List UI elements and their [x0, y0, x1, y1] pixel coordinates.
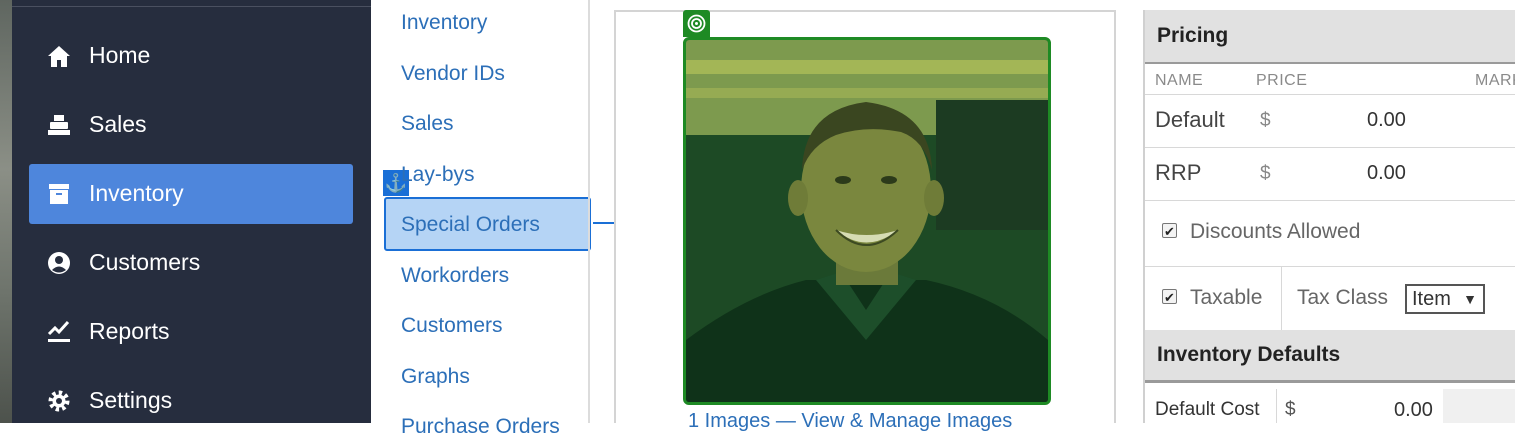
- subnav-item-lay-bys[interactable]: Lay-bys: [401, 162, 475, 188]
- subnav-item-workorders[interactable]: Workorders: [401, 263, 509, 289]
- dropdown-arrow-icon: ▼: [1463, 291, 1477, 307]
- home-icon: [48, 46, 70, 67]
- divider: [1276, 389, 1277, 423]
- target-icon: [683, 10, 710, 37]
- sidebar-item-settings[interactable]: Settings: [29, 371, 353, 431]
- product-photo[interactable]: [683, 37, 1051, 405]
- sidebar-item-reports[interactable]: Reports: [29, 302, 353, 362]
- sidebar-item-inventory[interactable]: Inventory: [29, 164, 353, 224]
- sidebar-item-label: Inventory: [89, 180, 184, 206]
- sidebar-item-label: Home: [89, 42, 151, 68]
- archive-icon: [49, 184, 69, 204]
- taxable-checkbox[interactable]: ✔: [1162, 289, 1177, 305]
- default-cost-input[interactable]: 0.00: [1394, 399, 1433, 422]
- subnav-item-inventory[interactable]: Inventory: [401, 10, 487, 36]
- price-row-name: Default: [1155, 107, 1225, 132]
- view-manage-images-link[interactable]: 1 Images — View & Manage Images: [688, 410, 1012, 433]
- currency-symbol: $: [1285, 399, 1296, 420]
- pricing-header: Pricing: [1145, 10, 1515, 64]
- default-cost-label: Default Cost: [1155, 399, 1260, 420]
- rrp-price-input[interactable]: 0.00: [1367, 162, 1406, 185]
- price-row-name: RRP: [1155, 160, 1202, 185]
- divider: [1145, 147, 1515, 148]
- sidebar-top-divider: [12, 0, 371, 7]
- col-markup-header: MARK: [1475, 72, 1515, 89]
- user-circle-icon: [48, 252, 70, 274]
- tax-class-label: Tax Class: [1297, 286, 1389, 309]
- inventory-subnav: ⚓ Inventory Vendor IDs Sales Lay-bys Spe…: [371, 0, 591, 438]
- chart-check-icon: [47, 320, 70, 342]
- divider: [1145, 94, 1515, 95]
- taxable-label: Taxable: [1190, 286, 1263, 309]
- main-sidebar: Home Sales Inventory Customers Reports S…: [12, 0, 371, 423]
- background-photo-strip: [0, 0, 12, 423]
- sidebar-item-label: Sales: [89, 111, 147, 137]
- pricing-panel: Pricing NAME PRICE MARK Default $ 0.00 R…: [1143, 10, 1515, 423]
- subnav-item-graphs[interactable]: Graphs: [401, 364, 470, 390]
- subnav-item-sales[interactable]: Sales: [401, 111, 454, 137]
- discounts-allowed-checkbox[interactable]: ✔: [1162, 223, 1177, 239]
- default-price-input[interactable]: 0.00: [1367, 109, 1406, 132]
- subnav-item-purchase-orders[interactable]: Purchase Orders: [401, 414, 560, 440]
- sidebar-item-label: Customers: [89, 249, 201, 275]
- discounts-allowed-label: Discounts Allowed: [1190, 220, 1361, 243]
- col-name-header: NAME: [1155, 72, 1204, 89]
- sidebar-item-sales[interactable]: Sales: [29, 95, 353, 155]
- subnav-item-special-orders[interactable]: Special Orders: [401, 212, 540, 238]
- subnav-item-vendor-ids[interactable]: Vendor IDs: [401, 61, 505, 87]
- col-price-header: PRICE: [1256, 72, 1308, 89]
- divider: [1281, 266, 1282, 330]
- sidebar-item-home[interactable]: Home: [29, 26, 353, 86]
- currency-symbol: $: [1260, 110, 1271, 131]
- sidebar-item-customers[interactable]: Customers: [29, 233, 353, 293]
- tax-class-select[interactable]: Item ▼: [1405, 284, 1485, 314]
- inventory-defaults-header: Inventory Defaults: [1145, 330, 1515, 383]
- gear-icon: [48, 390, 70, 412]
- sidebar-item-label: Settings: [89, 387, 173, 413]
- sidebar-item-label: Reports: [89, 318, 170, 344]
- tax-class-value: Item: [1412, 288, 1451, 310]
- register-icon: [48, 115, 70, 135]
- subnav-divider: [588, 0, 590, 423]
- divider: [1145, 200, 1515, 201]
- subnav-item-customers[interactable]: Customers: [401, 313, 503, 339]
- currency-symbol: $: [1260, 163, 1271, 184]
- default-cost-extra-cell: [1443, 389, 1515, 423]
- divider: [1145, 266, 1515, 267]
